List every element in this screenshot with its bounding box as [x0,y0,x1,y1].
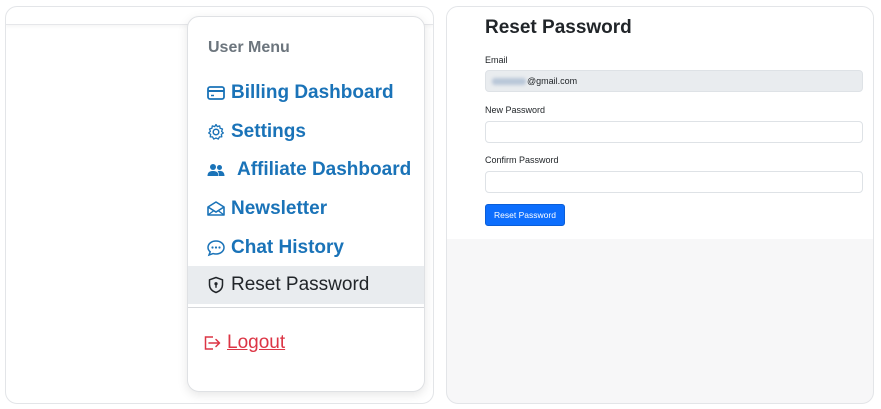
menu-item-chat-history[interactable]: Chat History [188,229,424,267]
confirm-password-label: Confirm Password [485,155,559,165]
confirm-password-field[interactable] [485,171,863,193]
menu-item-label: Affiliate Dashboard [237,159,412,180]
logout-link[interactable]: Logout [202,329,285,357]
people-icon [206,160,226,180]
new-password-label: New Password [485,105,546,115]
left-panel: User Menu Billing Dashboard Settings Aff… [5,6,434,404]
email-field[interactable]: @gmail.com [485,70,863,92]
menu-item-label: Reset Password [231,274,370,295]
menu-item-billing-dashboard[interactable]: Billing Dashboard [188,74,424,112]
menu-item-label: Chat History [231,237,344,258]
menu-item-settings[interactable]: Settings [188,113,424,151]
reset-password-form: Reset Password Email @gmail.com New Pass… [447,7,873,239]
logout-label: Logout [227,332,286,353]
menu-item-label: Billing Dashboard [231,82,394,103]
credit-card-icon [206,83,226,103]
email-label: Email [485,55,508,65]
box-arrow-right-icon [202,333,222,353]
email-value: @gmail.com [527,76,578,86]
chat-dots-icon [206,238,226,258]
shield-lock-icon [206,275,226,295]
gear-icon [206,122,226,142]
menu-item-label: Newsletter [231,198,328,219]
menu-item-newsletter[interactable]: Newsletter [188,190,424,228]
right-panel: Reset Password Email @gmail.com New Pass… [446,6,874,404]
menu-item-affiliate-dashboard[interactable]: Affiliate Dashboard [188,151,424,189]
menu-item-label: Settings [231,121,306,142]
user-menu-header: User Menu [208,39,290,56]
page-title: Reset Password [485,17,632,38]
redacted-text [492,77,526,85]
envelope-icon [206,199,226,219]
menu-divider [188,307,424,308]
user-menu-dropdown: User Menu Billing Dashboard Settings Aff… [187,16,425,392]
reset-password-button[interactable]: Reset Password [485,204,565,226]
menu-item-reset-password[interactable]: Reset Password [188,266,424,304]
new-password-field[interactable] [485,121,863,143]
